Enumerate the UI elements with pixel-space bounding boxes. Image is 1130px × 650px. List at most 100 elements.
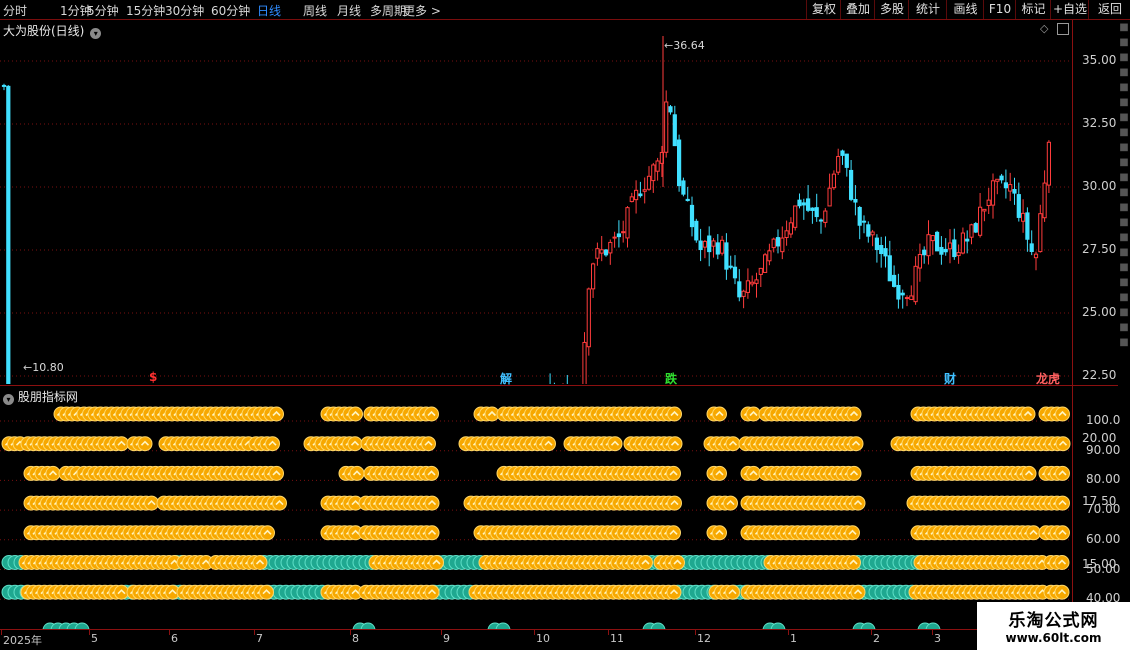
period-tab-9[interactable]: 多周期 [370, 2, 406, 19]
gold-coin-icon [667, 436, 683, 452]
candle [986, 187, 991, 215]
window-toggle-icon[interactable] [1057, 23, 1069, 35]
month-tick [534, 630, 535, 635]
candle [549, 373, 551, 384]
gold-coin-icon [1021, 465, 1037, 481]
month-label: 9 [443, 632, 450, 645]
month-label: 2 [873, 632, 880, 645]
period-tab-6[interactable]: 日线 [257, 2, 281, 19]
gold-coin-icon [845, 525, 860, 541]
gold-coin-icon [725, 584, 740, 600]
period-tab-2[interactable]: 5分钟 [87, 2, 119, 19]
candle [750, 275, 755, 287]
period-tab-0[interactable]: 分时 [3, 2, 27, 19]
candle [879, 236, 884, 268]
month-label: 3 [934, 632, 941, 645]
month-label: 10 [536, 632, 550, 645]
candle [702, 239, 707, 259]
gold-coin-icon [667, 495, 682, 511]
candle [823, 208, 828, 228]
y-axis-label: 30.00 [1082, 179, 1117, 193]
top-toolbar: 分时 1分钟 5分钟 15分钟 30分钟 60分钟 日线 周线 月线 多周期 更多 > 复权 叠加 多股… [0, 0, 1130, 20]
candle [913, 256, 918, 305]
diamond-icon[interactable]: ◇ [1040, 22, 1048, 35]
period-tab-5[interactable]: 60分钟 [211, 2, 250, 19]
indicator-y-label: 60.00 [1086, 531, 1121, 546]
gold-coin-icon [424, 465, 439, 481]
candle [999, 173, 1004, 184]
gold-coin-icon [349, 465, 365, 481]
candle [939, 236, 944, 265]
gold-coin-icon [272, 495, 287, 511]
period-tab-8[interactable]: 月线 [337, 2, 361, 19]
candle [715, 234, 720, 260]
toolbar-button-3[interactable]: 统计 [908, 0, 947, 19]
month-tick [871, 630, 872, 635]
candle [1021, 199, 1026, 233]
candle [836, 148, 841, 176]
toolbar-button-0[interactable]: 复权 [806, 0, 841, 19]
gold-coin-icon [723, 495, 738, 511]
gold-coin-icon [421, 436, 436, 452]
gold-coin-icon [666, 525, 681, 541]
candle [582, 332, 587, 384]
gold-coin-icon [850, 584, 866, 600]
candle [806, 185, 811, 213]
period-tab-7[interactable]: 周线 [303, 2, 327, 19]
candlestick-chart[interactable] [0, 36, 1072, 384]
month-tick [169, 630, 170, 635]
period-tab-10[interactable]: 更多 > [403, 2, 441, 19]
toolbar-button-8[interactable]: 返回 [1088, 0, 1130, 19]
toolbar-button-6[interactable]: 标记 [1015, 0, 1051, 19]
gold-coin-icon [137, 436, 153, 452]
candle [625, 206, 630, 248]
gold-coin-icon [265, 436, 280, 452]
candle [612, 231, 617, 248]
candle [651, 162, 656, 193]
candle [887, 240, 892, 282]
month-label: 2025年 [3, 634, 42, 647]
toolbar-button-7[interactable]: +自选 [1050, 0, 1089, 19]
month-label: 12 [697, 632, 711, 645]
candle [586, 287, 591, 356]
event-marker[interactable]: 龙虎 [1036, 370, 1060, 387]
period-tab-4[interactable]: 30分钟 [165, 2, 204, 19]
candle [1016, 182, 1021, 222]
gold-coin-icon [114, 584, 129, 600]
toolbar-button-2[interactable]: 多股 [874, 0, 909, 19]
gold-coin-icon [712, 465, 727, 481]
candle [711, 238, 716, 258]
month-label: 1 [790, 632, 797, 645]
candle [926, 220, 931, 265]
toolbar-button-5[interactable]: F10 [983, 0, 1016, 19]
gold-coin-icon [144, 495, 159, 511]
toolbar-button-4[interactable]: 画线 [946, 0, 984, 19]
indicator-chart[interactable] [0, 386, 1072, 629]
candle [642, 177, 647, 204]
gold-coin-icon [746, 465, 761, 481]
candle [638, 181, 643, 198]
candle [1, 83, 7, 91]
candle [960, 227, 965, 255]
candle [844, 153, 849, 177]
event-marker[interactable]: 财 [944, 370, 956, 387]
event-marker[interactable]: 解 [500, 370, 512, 387]
candle [608, 239, 613, 265]
candle [952, 228, 957, 260]
watermark-title: 乐淘公式网 [1008, 611, 1099, 631]
gold-coin-icon [424, 495, 440, 511]
candle [874, 234, 879, 263]
gold-coin-icon [712, 406, 727, 422]
month-label: 7 [256, 632, 263, 645]
candle [707, 226, 712, 267]
candle [616, 220, 621, 248]
candle [797, 193, 802, 209]
event-marker[interactable]: 跌 [665, 370, 677, 387]
candle [853, 185, 858, 216]
candle [840, 149, 845, 165]
gold-coin-icon [846, 465, 862, 481]
event-marker[interactable]: $ [149, 370, 157, 384]
period-tab-3[interactable]: 15分钟 [126, 2, 165, 19]
toolbar-button-1[interactable]: 叠加 [840, 0, 875, 19]
candle [767, 243, 772, 266]
